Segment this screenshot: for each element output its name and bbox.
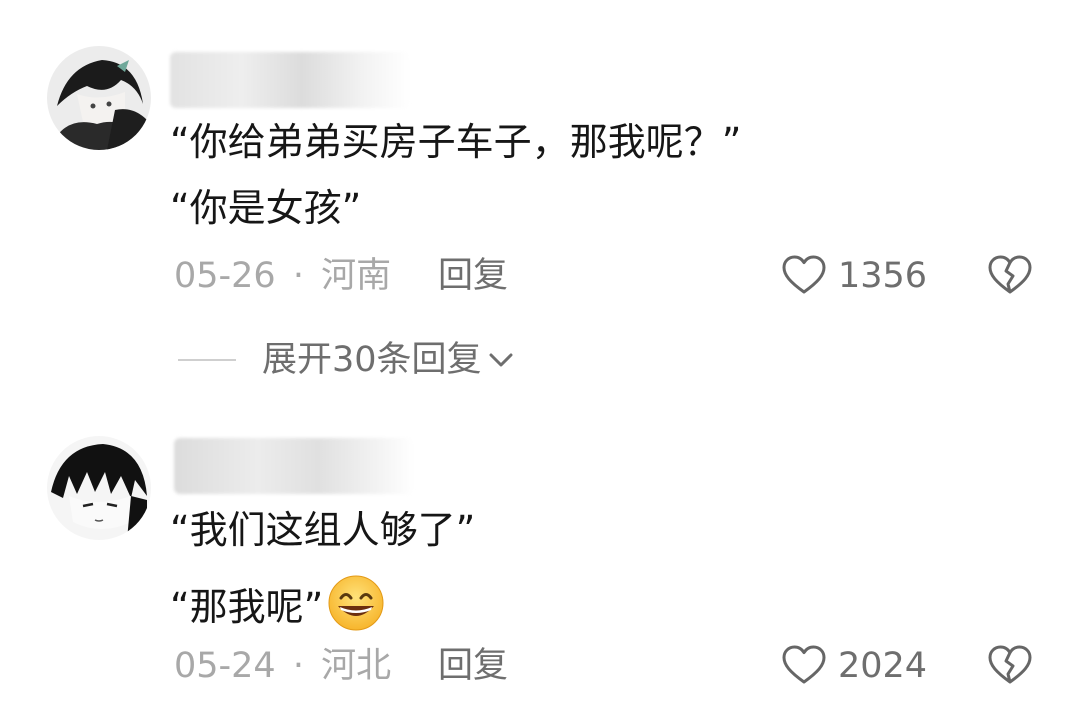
- comment-meta: 05-24 · 河北: [174, 644, 391, 688]
- meta-separator: ·: [292, 256, 304, 296]
- comment-meta: 05-26 · 河南: [174, 254, 391, 298]
- like-button[interactable]: 1356: [780, 252, 927, 300]
- broken-heart-icon[interactable]: [986, 642, 1034, 690]
- chevron-down-icon: [489, 353, 513, 367]
- avatar[interactable]: [47, 46, 151, 150]
- avatar[interactable]: [47, 436, 151, 540]
- comment-text-line-1: “你给弟弟买房子车子，那我呢？”: [170, 120, 742, 164]
- like-count: 2024: [838, 646, 928, 686]
- reply-button[interactable]: 回复: [438, 644, 508, 688]
- username-blurred[interactable]: [174, 438, 414, 494]
- comment-text-line-2: “那我呢”: [170, 574, 385, 632]
- grinning-face-emoji-icon: [328, 575, 384, 631]
- username-blurred[interactable]: [170, 52, 410, 108]
- heart-outline-icon: [782, 255, 826, 294]
- expand-replies-label: 展开30条回复: [262, 340, 482, 380]
- comment-date: 05-26: [174, 256, 276, 296]
- expand-divider: [178, 359, 236, 361]
- meta-separator: ·: [292, 646, 304, 686]
- comment-location: 河南: [321, 256, 392, 296]
- like-button[interactable]: 2024: [780, 642, 927, 690]
- comment-text-line-2: “你是女孩”: [170, 186, 362, 230]
- heart-outline-icon: [782, 645, 826, 684]
- comment-date: 05-24: [174, 646, 276, 686]
- comment-location: 河北: [321, 646, 392, 686]
- like-count: 1356: [838, 256, 928, 296]
- comment-text-line-1: “我们这组人够了”: [170, 508, 476, 552]
- reply-button[interactable]: 回复: [438, 254, 508, 298]
- broken-heart-icon[interactable]: [986, 252, 1034, 300]
- comment-text: “那我呢”: [170, 585, 324, 629]
- expand-replies-button[interactable]: 展开30条回复: [178, 336, 516, 384]
